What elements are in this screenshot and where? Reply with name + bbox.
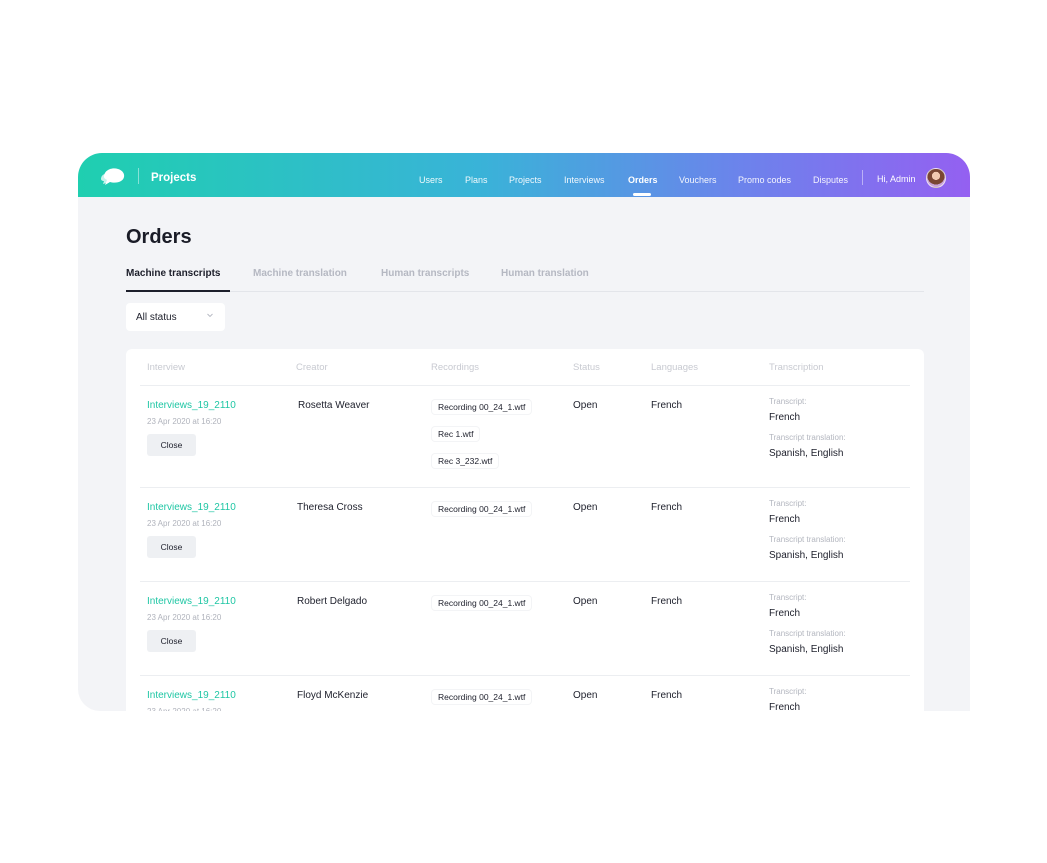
row-divider [140,487,910,488]
recording-file[interactable]: Rec 3_232.wtf [432,454,499,468]
order-date: 23 Apr 2020 at 16:20 [147,613,222,622]
transcript-language: French [769,412,801,423]
column-header-recordings: Recordings [431,362,480,373]
orders-table: Interview Creator Recordings Status Language… [126,349,924,711]
status-filter-label: All status [136,312,177,323]
transcript-label: Transcript: [769,593,807,602]
order-status: Open [573,400,598,411]
order-language: French [651,502,683,513]
column-header-status: Status [573,362,600,373]
column-header-interview: Interview [147,362,186,373]
status-filter-dropdown[interactable]: All status [126,303,225,331]
order-status: Open [573,502,598,513]
active-nav-indicator [633,193,651,196]
recording-file[interactable]: Recording 00_24_1.wtf [432,400,532,414]
creator-name: Floyd McKenzie [297,690,369,701]
creator-name: Robert Delgado [297,596,368,607]
order-type-tabs: Machine transcripts Machine translation Hu… [126,266,924,292]
tab-human-translation[interactable]: Human translation [501,268,589,279]
interview-link[interactable]: Interviews_19_2110 [147,690,236,701]
nav-item-promo-codes[interactable]: Promo codes [738,175,791,185]
creator-name: Theresa Cross [297,502,363,513]
translation-languages: Spanish, English [769,448,844,459]
transcript-language: French [769,608,801,619]
order-date: 23 Apr 2020 at 16:20 [147,707,221,711]
nav-item-interviews[interactable]: Interviews [564,175,605,185]
recording-file[interactable]: Recording 00_24_1.wtf [432,502,532,516]
close-order-button[interactable]: Close [147,536,196,558]
chevron-down-icon [207,313,213,318]
recording-file[interactable]: Recording 00_24_1.wtf [432,690,532,704]
translation-languages: Spanish, English [769,550,844,561]
column-header-languages: Languages [651,362,699,373]
nav-divider [862,170,863,185]
translation-languages: Spanish, English [769,644,844,655]
tab-machine-translation[interactable]: Machine translation [253,268,347,279]
transcript-language: French [769,514,801,525]
interview-link[interactable]: Interviews_19_2110 [147,596,236,607]
translation-label: Transcript translation: [769,629,846,638]
column-header-creator: Creator [296,362,328,373]
table-header-divider [140,385,910,386]
row-divider [140,581,910,582]
nav-item-orders[interactable]: Orders [628,175,658,185]
main-nav: Users Plans Projects Interviews Orders Vouche… [78,153,970,197]
nav-item-projects[interactable]: Projects [509,175,542,185]
table-row: Interviews_19_2110 23 Apr 2020 at 16:20 Cl… [126,593,924,686]
table-row: Interviews_19_2110 23 Apr 2020 at 16:20 Cl… [126,397,924,490]
order-date: 23 Apr 2020 at 16:20 [147,519,222,528]
user-greeting[interactable]: Hi, Admin [877,174,916,184]
close-order-button[interactable]: Close [147,630,196,652]
transcript-label: Transcript: [769,499,807,508]
table-row: Interviews_19_2110 23 Apr 2020 at 16:20 Cl… [126,499,924,592]
page-title: Orders [126,226,192,248]
transcript-language: French [769,702,801,711]
transcript-label: Transcript: [769,687,807,696]
order-language: French [651,690,683,701]
recording-file[interactable]: Rec 1.wtf [432,427,480,441]
creator-name: Rosetta Weaver [298,400,370,411]
column-header-transcription: Transcription [769,362,824,373]
user-avatar[interactable] [926,168,946,188]
translation-label: Transcript translation: [769,433,846,442]
recording-file[interactable]: Recording 00_24_1.wtf [432,596,532,610]
order-language: French [651,596,683,607]
active-tab-indicator [126,290,230,292]
nav-item-users[interactable]: Users [419,175,443,185]
nav-item-disputes[interactable]: Disputes [813,175,848,185]
order-status: Open [573,596,598,607]
app-window: Projects Users Plans Projects Interviews Ord… [78,153,970,711]
top-navigation-bar: Projects Users Plans Projects Interviews Ord… [78,153,970,197]
close-order-button[interactable]: Close [147,434,196,456]
interview-link[interactable]: Interviews_19_2110 [147,502,236,513]
transcript-label: Transcript: [769,397,807,406]
order-language: French [651,400,683,411]
nav-item-plans[interactable]: Plans [465,175,488,185]
interview-link[interactable]: Interviews_19_2110 [147,400,236,411]
translation-label: Transcript translation: [769,535,846,544]
tab-machine-transcripts[interactable]: Machine transcripts [126,268,220,279]
nav-item-vouchers[interactable]: Vouchers [679,175,717,185]
tab-human-transcripts[interactable]: Human transcripts [381,268,469,279]
table-row: Interviews_19_211023 Apr 2020 at 16:20Cl… [126,687,924,711]
row-divider [140,675,910,676]
order-date: 23 Apr 2020 at 16:20 [147,417,222,426]
order-status: Open [573,690,598,701]
